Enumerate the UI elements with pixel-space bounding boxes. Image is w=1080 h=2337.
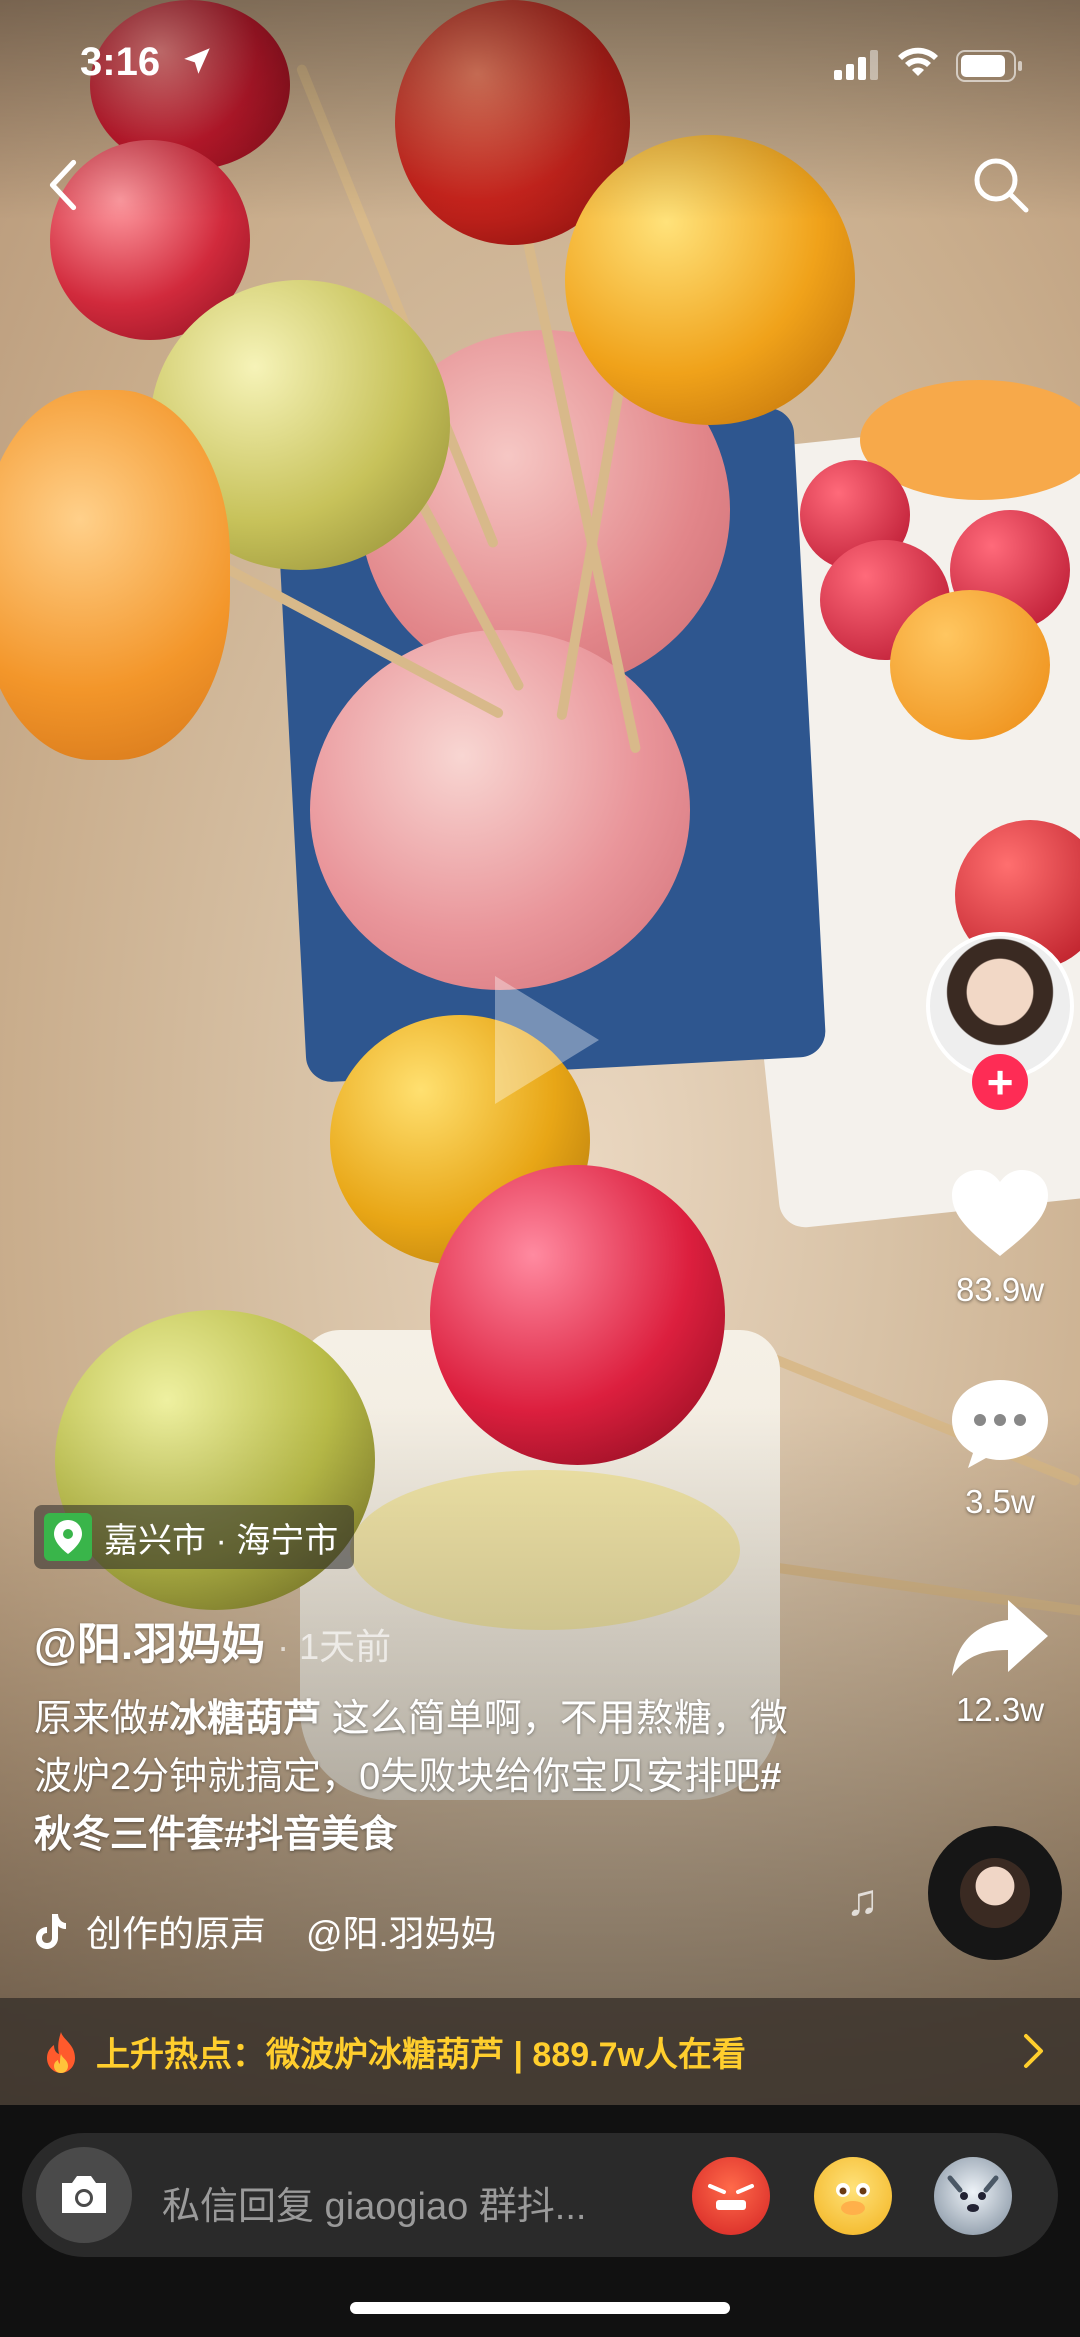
comment-icon — [952, 1380, 1048, 1468]
hashtag[interactable]: #冰糖葫芦 — [148, 1698, 321, 1740]
creator-avatar[interactable]: + — [926, 932, 1074, 1110]
orange-slice-1 — [0, 390, 230, 760]
battery-icon — [956, 50, 1022, 82]
search-icon — [974, 158, 1029, 213]
music-row[interactable]: 创作的原声 @阳.羽妈妈 — [34, 1905, 497, 1957]
share-count: 12.3w — [955, 1691, 1045, 1728]
angry-emoji-icon[interactable] — [692, 2157, 770, 2235]
comment-button[interactable]: 3.5w — [920, 1378, 1080, 1521]
reply-placeholder: 私信回复 giaogiao 群抖... — [162, 2186, 587, 2228]
music-title: 创作的原声 @阳.羽妈妈 — [86, 1913, 497, 1954]
comment-count: 3.5w — [965, 1483, 1035, 1520]
husky-emoji-icon[interactable] — [934, 2157, 1012, 2235]
reply-input[interactable]: 私信回复 giaogiao 群抖... — [22, 2133, 1058, 2257]
signal-icon — [834, 50, 878, 80]
share-arrow-icon — [952, 1600, 1048, 1676]
status-time: 3:16 — [80, 40, 161, 84]
heart-icon — [952, 1170, 1048, 1256]
location-arrow-icon — [184, 48, 210, 74]
hashtag[interactable]: #抖音美食 — [224, 1814, 397, 1856]
status-bar: 3:16 — [0, 30, 1080, 110]
kumquat-1 — [890, 590, 1050, 740]
follow-button[interactable]: + — [972, 1054, 1028, 1110]
play-icon[interactable] — [463, 960, 623, 1120]
location-tag[interactable]: 嘉兴市 · 海宁市 — [34, 1505, 355, 1569]
location-text: 嘉兴市 · 海宁市 — [104, 1521, 339, 1560]
chevron-left-icon — [49, 159, 77, 211]
camera-button[interactable] — [36, 2147, 132, 2243]
like-count: 83.9w — [955, 1271, 1045, 1308]
share-button[interactable]: 12.3w — [920, 1598, 1080, 1729]
music-disc-avatar — [960, 1858, 1030, 1928]
music-disc[interactable] — [928, 1826, 1062, 1960]
shy-emoji-icon[interactable] — [814, 2157, 892, 2235]
location-pin-icon — [44, 1513, 92, 1561]
hot-topic-bar[interactable]: 上升热点：微波炉冰糖葫芦 | 889.7w人在看 — [0, 1998, 1080, 2105]
chevron-right-icon — [1024, 2034, 1043, 2068]
post-description: 原来做#冰糖葫芦 这么简单啊，不用熬糖，微波炉2分钟就搞定，0失败块给你宝贝安排… — [34, 1698, 788, 1856]
music-notes-icon: ♫ — [846, 1876, 879, 1925]
tiktok-note-icon — [36, 1914, 66, 1949]
home-indicator[interactable] — [350, 2302, 730, 2314]
apple-front — [310, 630, 690, 990]
camera-icon — [62, 2176, 106, 2213]
wifi-icon — [898, 47, 938, 76]
hot-topic-text: 上升热点：微波炉冰糖葫芦 | 889.7w人在看 — [96, 2036, 746, 2074]
author-row: @阳.羽妈妈 · 1天前 — [34, 1608, 391, 1672]
like-button[interactable]: 83.9w — [920, 1168, 1080, 1309]
fire-icon — [47, 2031, 75, 2073]
back-button[interactable] — [28, 150, 98, 220]
search-button[interactable] — [966, 150, 1036, 220]
author-name[interactable]: @阳.羽妈妈 — [34, 1608, 265, 1672]
post-time: · 1天前 — [277, 1626, 392, 1667]
